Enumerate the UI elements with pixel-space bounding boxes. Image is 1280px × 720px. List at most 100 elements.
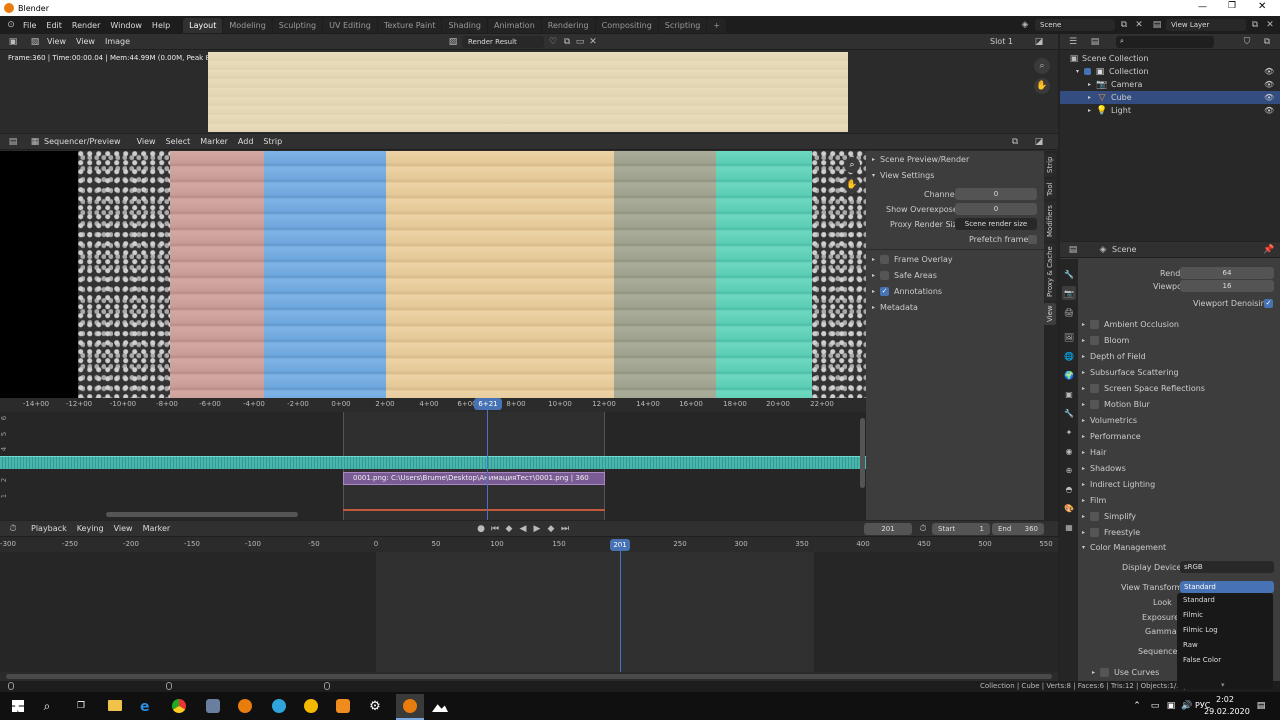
fl-studio-icon[interactable]	[336, 699, 350, 713]
photos-icon[interactable]	[432, 704, 448, 712]
jump-end-icon[interactable]: ⏭	[558, 522, 572, 536]
search-icon[interactable]: ⌕	[40, 699, 54, 713]
expand-arrow-icon[interactable]: ▸	[1088, 94, 1096, 101]
dropdown-option-standard[interactable]: Standard	[1177, 593, 1273, 608]
panel-indirect-lighting[interactable]: ▸ Indirect Lighting	[1082, 476, 1278, 492]
dropdown-option-false-color[interactable]: False Color	[1177, 653, 1273, 668]
menu-edit[interactable]: Edit	[41, 21, 67, 30]
play-icon[interactable]: ▶	[530, 522, 544, 536]
preview-range-icon[interactable]: ⏱	[916, 522, 930, 536]
unlink-image-icon[interactable]: ✕	[586, 35, 600, 49]
show-overexposed-field[interactable]: 0	[955, 203, 1037, 215]
tab-compositing[interactable]: Compositing	[595, 17, 658, 33]
use-curves-checkbox[interactable]	[1100, 667, 1110, 677]
tab-layout[interactable]: Layout	[183, 17, 223, 33]
tab-tool[interactable]: Tool	[1044, 179, 1056, 199]
tab-rendering[interactable]: Rendering	[541, 17, 595, 33]
delete-scene-icon[interactable]: ✕	[1132, 18, 1146, 32]
tab--[interactable]: +	[707, 17, 727, 33]
timeline-scrollbar[interactable]	[6, 674, 1052, 679]
visibility-eye-icon[interactable]: 👁	[1264, 106, 1274, 115]
timeline-menu-marker[interactable]: Marker	[138, 524, 176, 533]
panel-volumetrics[interactable]: ▸ Volumetrics	[1082, 412, 1278, 428]
open-image-icon[interactable]: ▭	[573, 35, 587, 49]
viewport-denoising-checkbox[interactable]: ✓	[1264, 299, 1273, 308]
proxy-render-size-select[interactable]: Scene render size	[955, 218, 1037, 230]
play-reverse-icon[interactable]: ◀	[516, 522, 530, 536]
sequencer-mode-selector[interactable]: Sequencer/Preview	[42, 137, 126, 146]
expand-arrow-icon[interactable]: ▸	[1088, 107, 1096, 114]
editor-type-icon[interactable]: ☰	[1066, 35, 1080, 49]
prefetch-frames-checkbox[interactable]	[1028, 235, 1037, 244]
pin-icon[interactable]: 📌	[1262, 243, 1276, 257]
tab-view[interactable]: View	[1044, 303, 1056, 325]
dropdown-scroll-arrow-icon[interactable]: ▾	[1221, 681, 1225, 689]
panel-use-curves[interactable]: ▸ Use Curves	[1092, 664, 1159, 680]
dropdown-option-filmic[interactable]: Filmic	[1177, 608, 1273, 623]
overlay-icon[interactable]: ⧉	[1008, 135, 1022, 149]
outliner-row-cube[interactable]: ▸ ▽ Cube 👁	[1060, 91, 1280, 104]
chrome-icon[interactable]	[172, 699, 186, 713]
windows-start-icon[interactable]	[12, 700, 24, 712]
tray-icon-1[interactable]: ▭	[1148, 699, 1162, 713]
panel-depth-of-field[interactable]: ▸ Depth of Field	[1082, 348, 1278, 364]
menu-help[interactable]: Help	[147, 21, 175, 30]
seq-menu-add[interactable]: Add	[233, 137, 259, 146]
volume-icon[interactable]: 🔊	[1180, 699, 1194, 713]
fake-user-icon[interactable]: ♡	[546, 35, 560, 49]
panel-frame-overlay[interactable]: ▸ Frame Overlay	[872, 251, 953, 267]
panel-checkbox[interactable]	[1090, 527, 1100, 537]
modifier-tab-icon[interactable]: 🔧	[1062, 406, 1076, 420]
collection-checkbox[interactable]	[1084, 68, 1091, 75]
display-mode-icon[interactable]: ▤	[1088, 35, 1102, 49]
safe-areas-checkbox[interactable]	[880, 270, 890, 280]
jump-start-icon[interactable]: ⏮	[488, 522, 502, 536]
blender-icon[interactable]	[238, 699, 252, 713]
image-menu-image[interactable]: Image	[100, 37, 135, 46]
prev-keyframe-icon[interactable]: ◆	[502, 522, 516, 536]
task-view-icon[interactable]: ❐	[74, 699, 88, 713]
end-frame-field[interactable]: End 360	[992, 522, 1044, 535]
constraints-tab-icon[interactable]: ⊕	[1062, 463, 1076, 477]
render-tab-icon[interactable]: 📷	[1062, 286, 1076, 300]
image-menu-view[interactable]: View	[71, 37, 100, 46]
panel-safe-areas[interactable]: ▸ Safe Areas	[872, 267, 937, 283]
texture-tab-icon[interactable]: ▦	[1062, 520, 1076, 534]
outliner-row-light[interactable]: ▸ 💡 Light 👁	[1060, 104, 1280, 117]
expand-arrow-icon[interactable]: ▾	[1076, 68, 1084, 75]
outliner-row-scene-collection[interactable]: ▣ Scene Collection	[1060, 52, 1280, 65]
panel-checkbox[interactable]	[1090, 335, 1100, 345]
outliner-row-collection[interactable]: ▾ ▣ Collection 👁	[1060, 65, 1280, 78]
tab-strip[interactable]: Strip	[1044, 153, 1056, 177]
app-icon-5[interactable]	[206, 699, 220, 713]
scene-tab-icon[interactable]: 🌐	[1062, 349, 1076, 363]
particles-tab-icon[interactable]: ✦	[1062, 425, 1076, 439]
panel-metadata[interactable]: ▸ Metadata	[872, 299, 918, 315]
seq-menu-marker[interactable]: Marker	[195, 137, 233, 146]
view-layer-tab-icon[interactable]: 🖼	[1062, 330, 1076, 344]
horizontal-scrollbar[interactable]	[106, 512, 298, 517]
zoom-icon[interactable]: ⌕	[1034, 58, 1050, 74]
clock-date[interactable]: 29.02.2020	[1204, 707, 1250, 716]
tab-scripting[interactable]: Scripting	[658, 17, 707, 33]
tab-shading[interactable]: Shading	[442, 17, 487, 33]
panel-hair[interactable]: ▸ Hair	[1082, 444, 1278, 460]
outliner-search[interactable]: ⌕	[1116, 35, 1214, 48]
material-tab-icon[interactable]: 🎨	[1062, 501, 1076, 515]
panel-simplify[interactable]: ▸ Simplify	[1082, 508, 1278, 524]
image-name-field[interactable]: Render Result	[462, 35, 544, 48]
expand-arrow-icon[interactable]: ▸	[1088, 81, 1096, 88]
next-keyframe-icon[interactable]: ◆	[544, 522, 558, 536]
view-layer-selector[interactable]: View Layer	[1166, 19, 1246, 31]
panel-view-settings[interactable]: ▾ View Settings	[872, 167, 934, 183]
current-frame-field[interactable]: 201	[864, 522, 912, 535]
panel-annotations[interactable]: ▸ ✓ Annotations	[872, 283, 942, 299]
panel-performance[interactable]: ▸ Performance	[1082, 428, 1278, 444]
seq-menu-view[interactable]: View	[132, 137, 161, 146]
editor-type-icon[interactable]: ▣	[6, 35, 20, 49]
view-transform-select[interactable]: Standard	[1180, 581, 1274, 593]
image-browse-icon[interactable]: ▨	[446, 35, 460, 49]
panel-color-management[interactable]: ▾ Color Management	[1082, 539, 1166, 555]
visibility-eye-icon[interactable]: 👁	[1264, 67, 1274, 76]
viewport-samples-field[interactable]: 16	[1180, 280, 1274, 292]
